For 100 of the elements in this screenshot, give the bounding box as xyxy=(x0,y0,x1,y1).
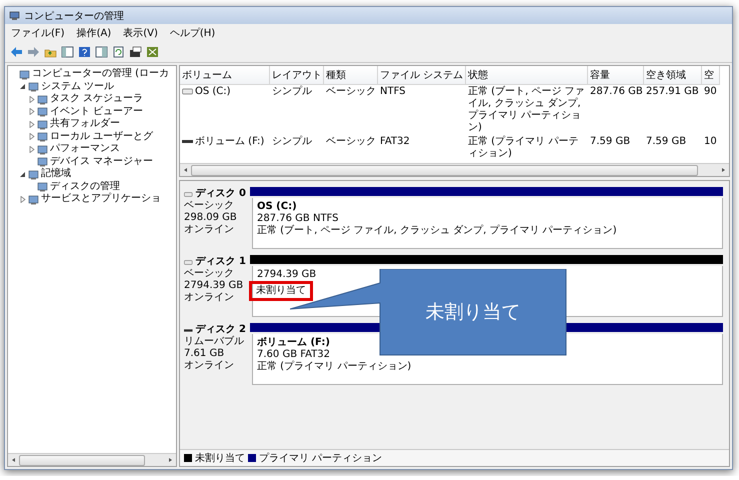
scrollbar-thumb[interactable] xyxy=(191,164,698,176)
help-icon[interactable] xyxy=(78,46,91,58)
table-cell: ボリューム (F:) xyxy=(195,136,264,148)
scroll-left-icon[interactable] xyxy=(10,456,17,464)
disk-status: オンライン xyxy=(184,224,235,236)
table-cell: ベーシック xyxy=(326,86,376,98)
tree-node-icon xyxy=(37,156,48,168)
column-header[interactable]: 空 xyxy=(702,66,720,85)
tree-item[interactable]: タスク スケジューラ xyxy=(50,93,144,106)
disk-status: オンライン xyxy=(184,292,235,304)
tree-node-icon xyxy=(19,68,30,80)
scroll-right-icon[interactable] xyxy=(167,456,174,464)
collapsed-triangle-icon[interactable] xyxy=(28,96,34,103)
tree-node-icon xyxy=(28,194,39,205)
panel-icon[interactable] xyxy=(95,46,108,58)
column-header[interactable]: 種類 xyxy=(324,66,378,85)
disk-name: ディスク 2 xyxy=(196,324,246,336)
table-cell: 287.76 GB xyxy=(590,86,643,98)
collapsed-triangle-icon[interactable] xyxy=(28,146,34,153)
partition-panel[interactable]: OS (C:) 287.76 GB NTFS 正常 (ブート, ページ ファイル, クラッシュ ダンプ, プライマリ パーティション) xyxy=(252,198,723,249)
disk-name: ディスク 0 xyxy=(196,188,246,200)
tree-item[interactable]: イベント ビューアー xyxy=(50,106,144,118)
back-arrow-icon[interactable] xyxy=(10,46,23,58)
tree-item[interactable]: 共有フォルダー xyxy=(50,118,120,130)
table-cell: シンプル xyxy=(272,86,312,98)
disk-type: ベーシック xyxy=(184,200,235,212)
tree-node-icon xyxy=(37,118,48,130)
collapsed-triangle-icon[interactable] xyxy=(18,196,26,203)
horizontal-scrollbar[interactable] xyxy=(8,453,176,466)
column-header[interactable]: 空き領域 xyxy=(644,66,702,85)
window-title: コンピューターの管理 xyxy=(24,10,124,22)
collapsed-triangle-icon[interactable] xyxy=(28,108,34,116)
tree-node-icon xyxy=(28,81,39,92)
disk-size: 298.09 GB xyxy=(184,212,238,224)
disk-type: リムーバブル xyxy=(184,336,245,348)
table-cell: ベーシック xyxy=(326,136,376,148)
horizontal-scrollbar[interactable] xyxy=(180,163,729,176)
legend-label: 未割り当て xyxy=(195,452,245,465)
pane-icon[interactable] xyxy=(61,46,74,58)
legend-label: プライマリ パーティション xyxy=(259,452,382,465)
scroll-left-icon[interactable] xyxy=(182,166,189,174)
column-header[interactable]: ボリューム xyxy=(180,66,270,85)
tree-node-icon xyxy=(28,168,39,180)
expanded-triangle-icon[interactable] xyxy=(18,83,26,90)
table-cell: 90 xyxy=(704,86,717,98)
computer-icon xyxy=(9,10,20,21)
forward-arrow-icon[interactable] xyxy=(27,46,40,58)
column-header[interactable]: レイアウト xyxy=(270,66,324,85)
column-header[interactable]: 状態 xyxy=(466,66,588,85)
table-cell: NTFS xyxy=(380,86,406,98)
drive-icon xyxy=(184,258,193,266)
partition-name: ボリューム (F:) xyxy=(257,337,330,349)
partition-name: OS (C:) xyxy=(257,201,297,213)
menu-item[interactable]: ファイル(F) xyxy=(11,26,65,40)
column-header[interactable]: 容量 xyxy=(588,66,644,85)
table-cell: 257.91 GB xyxy=(646,86,699,98)
tree-item[interactable]: ローカル ユーザーとグ xyxy=(50,130,154,143)
column-header[interactable]: ファイル システム xyxy=(378,66,466,85)
partition-status: 未割り当て xyxy=(249,281,313,301)
partition-size: 287.76 GB NTFS xyxy=(257,213,338,224)
partition-status: 正常 (ブート, ページ ファイル, クラッシュ ダンプ, プライマリ パーティション) xyxy=(257,225,617,237)
table-cell: 7.59 GB xyxy=(646,136,686,148)
tree-node-icon xyxy=(37,94,48,105)
collapsed-triangle-icon[interactable] xyxy=(28,120,34,128)
partition-size: 7.60 GB FAT32 xyxy=(257,349,330,360)
table-cell-text: 正常 (プライマリ パーティション) xyxy=(468,136,580,160)
expanded-triangle-icon[interactable] xyxy=(18,170,26,178)
disk-name: ディスク 1 xyxy=(196,256,246,268)
tree-item[interactable]: パフォーマンス xyxy=(50,143,120,156)
table-cell: 正常 (ブート, ページ ファイル, クラッシュ ダンプ, プライマリ パーティション) xyxy=(468,86,586,134)
menu-item[interactable]: ヘルプ(H) xyxy=(170,26,216,40)
tree-item[interactable]: システム ツール xyxy=(41,80,114,93)
scroll-right-icon[interactable] xyxy=(720,166,727,174)
drive-icon xyxy=(182,87,193,97)
refresh-icon[interactable] xyxy=(112,46,125,58)
tree-node-icon xyxy=(37,144,48,155)
disk-size: 7.61 GB xyxy=(184,348,226,360)
disk-type: ベーシック xyxy=(184,268,235,280)
drive-icon xyxy=(184,190,193,198)
disk-status: オンライン xyxy=(184,360,235,372)
tree-item[interactable]: コンピューターの管理 (ローカ xyxy=(32,68,170,80)
tree-item[interactable]: サービスとアプリケーショ xyxy=(41,193,161,206)
collapsed-triangle-icon[interactable] xyxy=(28,133,34,140)
tree-node-icon xyxy=(37,106,48,118)
table-cell: OS (C:) xyxy=(195,86,231,98)
table-cell: FAT32 xyxy=(380,136,410,148)
table-cell: 10 xyxy=(704,136,717,148)
table-cell: 7.59 GB xyxy=(590,136,630,148)
scrollbar-thumb[interactable] xyxy=(19,454,145,466)
partition-status: 正常 (プライマリ パーティション) xyxy=(257,361,412,373)
tree-item[interactable]: デバイス マネージャー xyxy=(50,156,154,168)
table-cell: シンプル xyxy=(272,136,312,148)
tree-item[interactable]: 記憶域 xyxy=(41,168,71,180)
menu-item[interactable]: 表示(V) xyxy=(123,26,158,40)
menu-item[interactable]: 操作(A) xyxy=(76,26,112,40)
callout-text: 未割り当て xyxy=(424,300,522,325)
tree-node-icon xyxy=(37,131,48,142)
tree-node-icon xyxy=(37,181,48,192)
tree-item[interactable]: ディスクの管理 xyxy=(50,180,120,193)
disk-size: 2794.39 GB xyxy=(184,280,244,292)
